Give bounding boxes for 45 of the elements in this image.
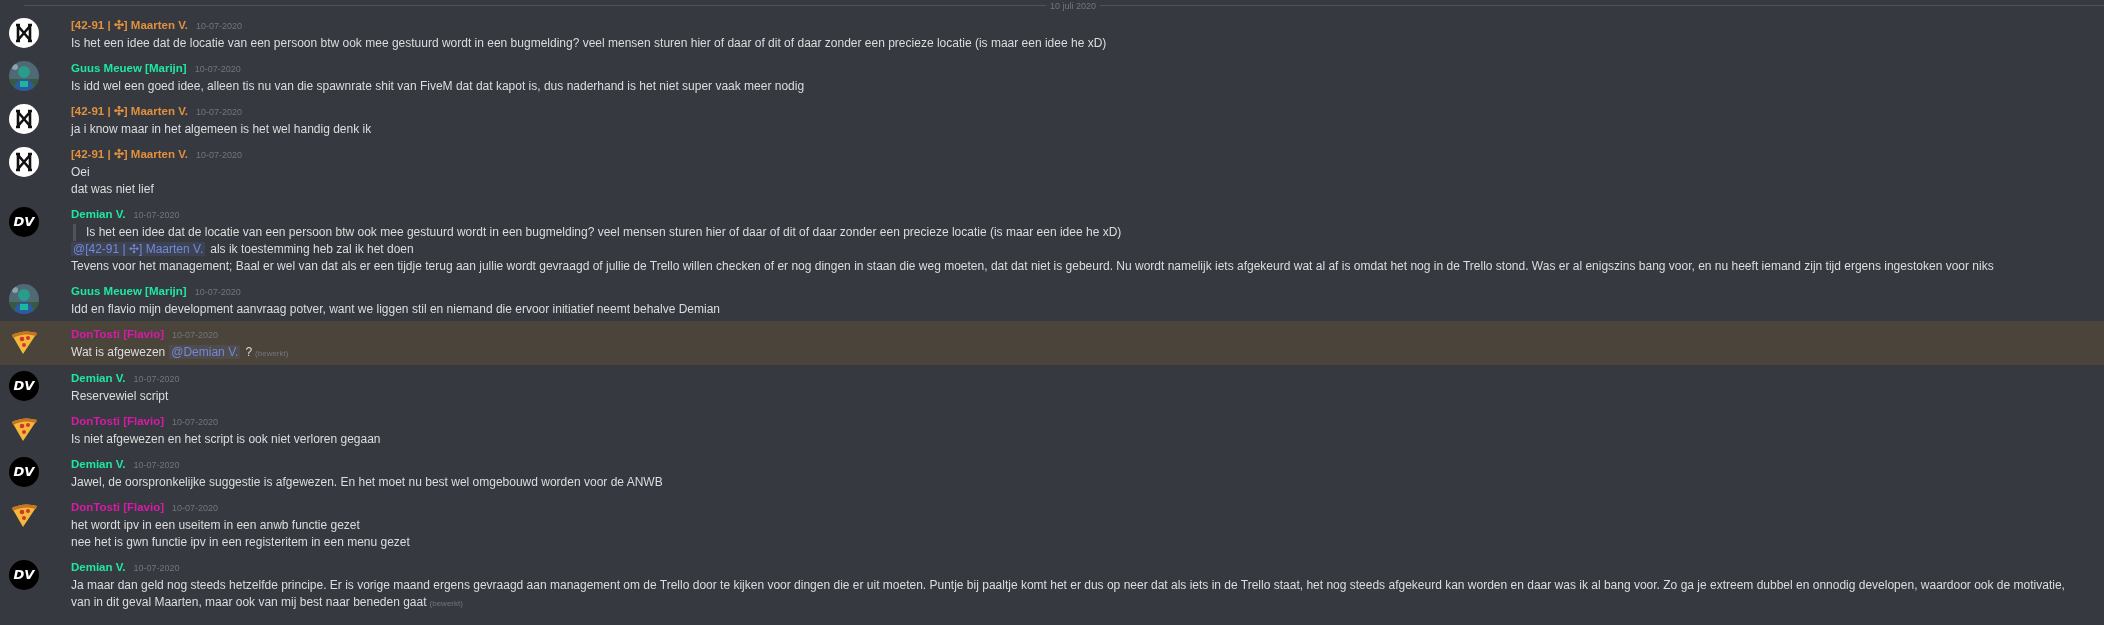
- author-name[interactable]: Demian V.: [71, 205, 126, 223]
- message-text: als ik toestemming heb zal ik het doen: [210, 242, 414, 256]
- author-name[interactable]: Guus Meuew [Marijn]: [71, 59, 187, 77]
- message-text: Jawel, de oorspronkelijke suggestie is afgewezen. En het moet nu best wel omgebouwd worden voor de ANWB: [71, 475, 663, 489]
- avatar-icon[interactable]: DV: [9, 457, 39, 487]
- avatar-icon[interactable]: [9, 147, 39, 177]
- avatar-icon[interactable]: DV: [9, 560, 39, 590]
- author-name[interactable]: Demian V.: [71, 369, 126, 387]
- timestamp: 10-07-2020: [133, 209, 180, 222]
- avatar-icon[interactable]: [9, 104, 39, 134]
- message-text: nee het is gwn functie ipv in een registeritem in een menu gezet: [71, 535, 410, 549]
- message-text: ?: [245, 345, 253, 359]
- message-text: Is niet afgewezen en het script is ook niet verloren gegaan: [71, 432, 381, 446]
- edited-label: (bewerkt): [255, 349, 289, 358]
- timestamp: 10-07-2020: [196, 20, 243, 33]
- message-text: Idd en flavio mijn development aanvraag potver, want we liggen stil en niemand die ervoor initiatief neemt behalve Demian: [71, 302, 721, 316]
- timestamp: 10-07-2020: [172, 502, 219, 515]
- message-text: Is idd wel een goed idee, alleen tis nu van die spawnrate shit van FiveM dat dat kapot is, dus naderhand is het niet super vaak meer nodig: [71, 79, 805, 93]
- author-name[interactable]: Guus Meuew [Marijn]: [71, 282, 187, 300]
- timestamp: 10-07-2020: [133, 562, 180, 575]
- timestamp: 10-07-2020: [133, 459, 180, 472]
- author-name[interactable]: [42-91 | ✣] Maarten V.: [71, 102, 188, 120]
- quoted-text: Is het een idee dat de locatie van een persoon btw ook mee gestuurd wordt in een bugmelding? veel mensen sturen hier of daar of dit of daar zonder een precieze locatie (is maar een idee he xD): [86, 225, 1122, 239]
- message-text: Tevens voor het management; Baal er wel van dat als er een tijdje terug aan jullie wordt gevraagd of jullie de Trello willen checken of er nog dingen in staan die weg moeten, dat dat niet is gebeurd. Nu wordt namelijk iets afgekeurd wat al af is omdat het nog in de Trello stond. Was er al enigszins bang voor, en nu heeft iemand zijn tijd ergens ingestoken voor niks: [71, 259, 1994, 273]
- timestamp: 10-07-2020: [196, 149, 243, 162]
- author-name[interactable]: [42-91 | ✣] Maarten V.: [71, 145, 188, 163]
- message-text: Reservewiel script: [71, 389, 169, 403]
- author-name[interactable]: [42-91 | ✣] Maarten V.: [71, 16, 188, 34]
- timestamp: 10-07-2020: [172, 329, 219, 342]
- message-text: Wat is afgewezen: [71, 345, 166, 359]
- timestamp: 10-07-2020: [172, 416, 219, 429]
- timestamp: 10-07-2020: [194, 286, 241, 299]
- message-text: het wordt ipv in een useitem in een anwb functie gezet: [71, 518, 360, 532]
- avatar-icon[interactable]: DV: [9, 371, 39, 401]
- avatar-icon[interactable]: [9, 18, 39, 48]
- avatar-icon[interactable]: DV: [9, 207, 39, 237]
- timestamp: 10-07-2020: [194, 63, 241, 76]
- message-text: ja i know maar in het algemeen is het wel handig denk ik: [71, 122, 372, 136]
- message-text: dat was niet lief: [71, 182, 154, 196]
- timestamp: 10-07-2020: [196, 106, 243, 119]
- message-text: Is het een idee dat de locatie van een persoon btw ook mee gestuurd wordt in een bugmelding? veel mensen sturen hier of daar of dit of daar zonder een precieze locatie (is maar een idee he xD): [71, 36, 1107, 50]
- timestamp: 10-07-2020: [133, 373, 180, 386]
- author-name[interactable]: Demian V.: [71, 455, 126, 473]
- author-name[interactable]: Demian V.: [71, 558, 126, 576]
- message-text: Oei: [71, 165, 90, 179]
